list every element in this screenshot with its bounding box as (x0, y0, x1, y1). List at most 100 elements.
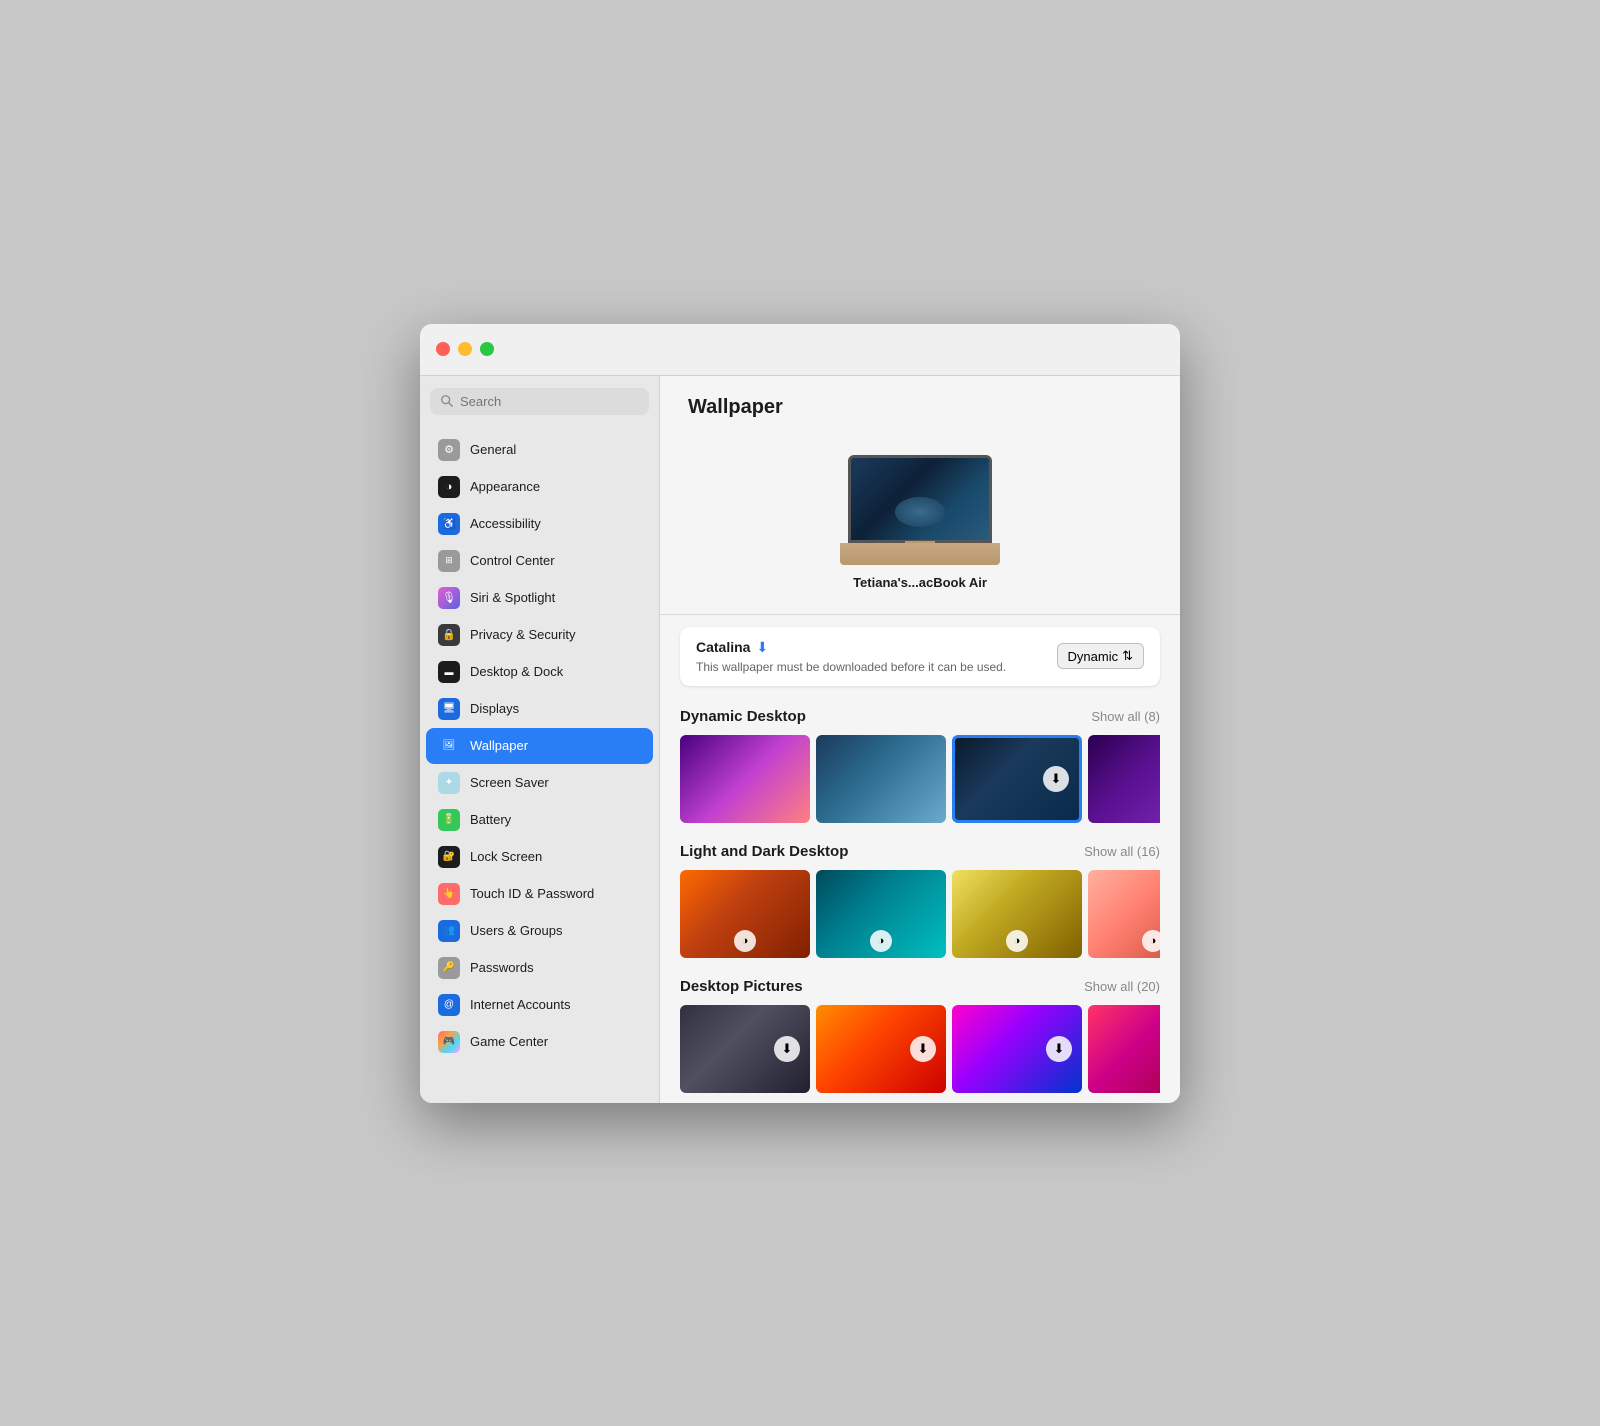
wallpaper-thumb-ld2[interactable]: ◑ (816, 870, 946, 958)
gear-icon: ⚙ (438, 439, 460, 461)
wallpaper-style-selector[interactable]: Dynamic ⇅ (1057, 643, 1144, 669)
desktop-pictures-section: Desktop Pictures Show all (20) ⬇ ⬇ ⬇ ⬇ (660, 968, 1180, 1103)
sidebar-item-label: Desktop & Dock (470, 664, 563, 679)
maximize-button[interactable] (480, 342, 494, 356)
passwords-icon: 🔑 (438, 957, 460, 979)
sidebar-item-label: Lock Screen (470, 849, 542, 864)
sidebar-item-label: Displays (470, 701, 519, 716)
wallpaper-thumb-dd4[interactable]: ⬇ (1088, 735, 1160, 823)
half-icon-ld2: ◑ (870, 930, 892, 952)
sidebar-item-appearance[interactable]: ◑ Appearance (426, 469, 653, 505)
light-dark-section: Light and Dark Desktop Show all (16) ◑ ◑… (660, 833, 1180, 968)
sidebar-item-accessibility[interactable]: ♿ Accessibility (426, 506, 653, 542)
minimize-button[interactable] (458, 342, 472, 356)
download-overlay-dp1: ⬇ (774, 1036, 800, 1062)
lockscreen-icon: 🔐 (438, 846, 460, 868)
close-button[interactable] (436, 342, 450, 356)
light-dark-grid: ◑ ◑ ◑ ◑ (680, 870, 1160, 958)
page-title: Wallpaper (688, 396, 783, 418)
displays-icon: 🖥 (438, 698, 460, 720)
wallpaper-info-section: Catalina ⬇ This wallpaper must be downlo… (680, 627, 1160, 686)
sidebar-nav: ⚙ General ◑ Appearance ♿ Accessibility ⊞… (420, 427, 659, 1065)
macbook-screen (848, 455, 992, 543)
wallpaper-thumb-dd1[interactable] (680, 735, 810, 823)
macbook-preview (840, 455, 1000, 565)
sidebar-item-label: Internet Accounts (470, 997, 570, 1012)
sidebar-item-users[interactable]: 👥 Users & Groups (426, 913, 653, 949)
sidebar-item-label: Touch ID & Password (470, 886, 594, 901)
wallpaper-icon: 🖼 (438, 735, 460, 757)
sidebar-item-label: Siri & Spotlight (470, 590, 555, 605)
sidebar-item-label: Control Center (470, 553, 555, 568)
sidebar-item-general[interactable]: ⚙ General (426, 432, 653, 468)
traffic-lights (436, 342, 494, 356)
wallpaper-info-left: Catalina ⬇ This wallpaper must be downlo… (696, 639, 1006, 674)
search-bar[interactable] (430, 388, 649, 415)
gallery-header-dynamic: Dynamic Desktop Show all (8) (680, 708, 1160, 725)
chevron-updown-icon: ⇅ (1122, 648, 1133, 664)
show-all-dynamic[interactable]: Show all (8) (1091, 709, 1160, 724)
sidebar-item-displays[interactable]: 🖥 Displays (426, 691, 653, 727)
half-icon-ld1: ◑ (734, 930, 756, 952)
touchid-icon: 👆 (438, 883, 460, 905)
sidebar-item-label: Screen Saver (470, 775, 549, 790)
sidebar: ⚙ General ◑ Appearance ♿ Accessibility ⊞… (420, 376, 660, 1103)
dynamic-desktop-section: Dynamic Desktop Show all (8) ⬇ ⬇ (660, 698, 1180, 833)
control-icon: ⊞ (438, 550, 460, 572)
wallpaper-thumb-ld3[interactable]: ◑ (952, 870, 1082, 958)
wallpaper-download-icon[interactable]: ⬇ (756, 639, 768, 656)
internet-icon: @ (438, 994, 460, 1016)
sidebar-item-internet[interactable]: @ Internet Accounts (426, 987, 653, 1023)
wallpaper-thumb-dp3[interactable]: ⬇ (952, 1005, 1082, 1093)
gallery-header-deskpics: Desktop Pictures Show all (20) (680, 978, 1160, 995)
search-input[interactable] (460, 394, 639, 409)
sidebar-item-control-center[interactable]: ⊞ Control Center (426, 543, 653, 579)
title-bar (420, 324, 1180, 376)
wallpaper-thumb-dd3[interactable]: ⬇ (952, 735, 1082, 823)
sidebar-item-label: Appearance (470, 479, 540, 494)
sidebar-item-wallpaper[interactable]: 🖼 Wallpaper (426, 728, 653, 764)
battery-icon: 🔋 (438, 809, 460, 831)
sidebar-item-siri[interactable]: 🎙 Siri & Spotlight (426, 580, 653, 616)
sidebar-item-touchid[interactable]: 👆 Touch ID & Password (426, 876, 653, 912)
users-icon: 👥 (438, 920, 460, 942)
gallery-title-deskpics: Desktop Pictures (680, 978, 803, 995)
sidebar-item-label: Accessibility (470, 516, 541, 531)
wallpaper-thumb-dp1[interactable]: ⬇ (680, 1005, 810, 1093)
gallery-title-dynamic: Dynamic Desktop (680, 708, 806, 725)
dynamic-desktop-grid: ⬇ ⬇ (680, 735, 1160, 823)
sidebar-item-privacy[interactable]: 🔒 Privacy & Security (426, 617, 653, 653)
desktop-icon: ▬ (438, 661, 460, 683)
sidebar-item-screensaver[interactable]: ✦ Screen Saver (426, 765, 653, 801)
sidebar-item-passwords[interactable]: 🔑 Passwords (426, 950, 653, 986)
sidebar-item-desktop[interactable]: ▬ Desktop & Dock (426, 654, 653, 690)
desktop-pictures-grid: ⬇ ⬇ ⬇ ⬇ (680, 1005, 1160, 1093)
sidebar-item-label: Wallpaper (470, 738, 528, 753)
wallpaper-thumb-dd2[interactable] (816, 735, 946, 823)
appearance-icon: ◑ (438, 476, 460, 498)
macbook-base (840, 543, 1000, 565)
wallpaper-thumb-dp4[interactable]: ⬇ (1088, 1005, 1160, 1093)
download-overlay-dp2: ⬇ (910, 1036, 936, 1062)
gallery-header-lightdark: Light and Dark Desktop Show all (16) (680, 843, 1160, 860)
show-all-lightdark[interactable]: Show all (16) (1084, 844, 1160, 859)
system-preferences-window: ⚙ General ◑ Appearance ♿ Accessibility ⊞… (420, 324, 1180, 1103)
gallery-title-lightdark: Light and Dark Desktop (680, 843, 848, 860)
device-preview-section: Tetiana's...acBook Air (660, 435, 1180, 615)
sidebar-item-label: Privacy & Security (470, 627, 575, 642)
page-header: Wallpaper (660, 376, 1180, 435)
sidebar-item-gamecenter[interactable]: 🎮 Game Center (426, 1024, 653, 1060)
siri-icon: 🎙 (438, 587, 460, 609)
privacy-icon: 🔒 (438, 624, 460, 646)
wallpaper-thumb-dp2[interactable]: ⬇ (816, 1005, 946, 1093)
sidebar-item-battery[interactable]: 🔋 Battery (426, 802, 653, 838)
sidebar-item-label: Game Center (470, 1034, 548, 1049)
sidebar-item-lockscreen[interactable]: 🔐 Lock Screen (426, 839, 653, 875)
show-all-deskpics[interactable]: Show all (20) (1084, 979, 1160, 994)
gamecenter-icon: 🎮 (438, 1031, 460, 1053)
wallpaper-name: Catalina (696, 639, 750, 655)
device-name: Tetiana's...acBook Air (853, 575, 987, 590)
wallpaper-name-row: Catalina ⬇ (696, 639, 1006, 656)
wallpaper-thumb-ld1[interactable]: ◑ (680, 870, 810, 958)
wallpaper-thumb-ld4[interactable]: ◑ (1088, 870, 1160, 958)
